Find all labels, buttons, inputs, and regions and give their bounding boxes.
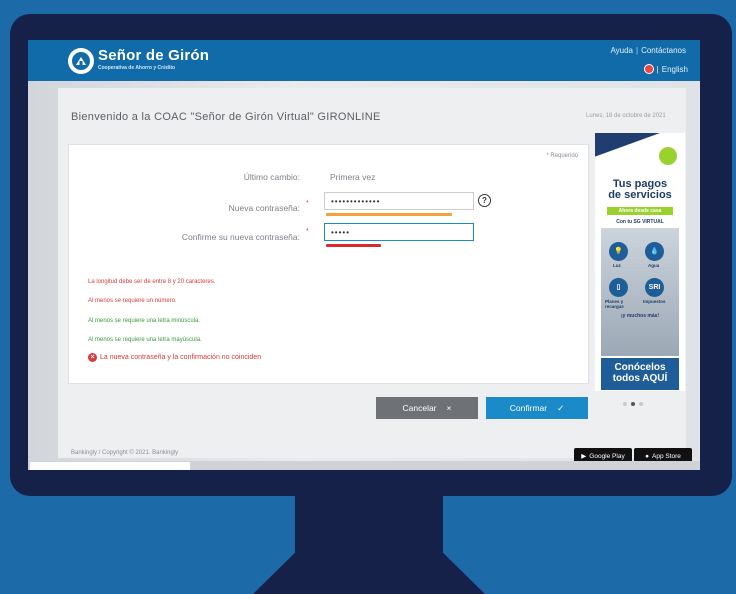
language-label[interactable]: English <box>662 65 688 74</box>
promo-more-text: ¡y muchos más! <box>621 313 660 319</box>
site-header: Señor de Girón Cooperativa de Ahorro y C… <box>28 40 700 81</box>
help-link[interactable]: Ayuda <box>610 46 633 55</box>
promo-icon-label: Agua <box>648 263 660 268</box>
flag-icon <box>643 64 654 74</box>
water-drop-icon: 💧 <box>645 242 664 261</box>
current-date: Lunes, 18 de octubre de 2021 <box>586 113 666 119</box>
mismatch-error: × La nueva contraseña y la confirmación … <box>88 353 261 362</box>
confirm-button-label: Confirmar <box>509 403 548 413</box>
lang-divider: | <box>656 64 659 74</box>
help-icon[interactable]: ? <box>478 194 491 207</box>
logo-name[interactable]: Señor de Girón <box>98 47 209 64</box>
app-store-label: App Store <box>652 452 681 460</box>
confirm-password-input[interactable]: ••••• <box>324 223 474 241</box>
rule-lowercase: Al menos se requiere una letra minúscula… <box>88 318 201 324</box>
last-change-label: Último cambio: <box>243 172 300 182</box>
rule-length: La longitud debe ser de entre 8 y 20 car… <box>88 279 216 285</box>
google-play-label: Google Play <box>589 452 625 460</box>
promo-icon-label: Impuestos <box>643 299 666 304</box>
carousel-dots <box>623 402 643 406</box>
required-asterisk: * <box>306 200 309 207</box>
rule-number: Al menos se requiere un número. <box>88 298 177 304</box>
confirm-password-strength-bar <box>326 244 381 247</box>
top-links: Ayuda | Contáctanos <box>610 46 686 55</box>
footer-copyright: Bankingly / Copyright © 2021. Bankingly <box>71 450 179 456</box>
contact-link[interactable]: Contáctanos <box>641 46 686 55</box>
last-change-value: Primera vez <box>330 172 376 182</box>
apple-icon: ● <box>645 452 649 460</box>
promo-green-banner: Ahora desde casa <box>607 207 673 215</box>
new-password-input[interactable]: ••••••••••••• <box>324 192 474 210</box>
phone-icon: ▯ <box>609 278 628 297</box>
logo-icon[interactable] <box>68 48 94 74</box>
cancel-button-label: Cancelar <box>402 403 437 413</box>
link-divider: | <box>636 46 639 55</box>
monitor-stand-neck <box>295 496 443 554</box>
taskbar-search[interactable] <box>30 462 190 470</box>
error-icon: × <box>88 353 97 362</box>
required-note: * Requerido <box>546 153 578 159</box>
promo-photo: 💡 Luz 💧 Agua ▯ Planes y recargas SRI Imp… <box>601 228 679 356</box>
confirm-password-label: Confirme su nueva contraseña: <box>181 232 300 242</box>
carousel-dot-3[interactable] <box>639 402 643 406</box>
monitor-stand-base <box>253 553 485 594</box>
promo-icon-label: Planes y recargas <box>605 299 624 309</box>
language-switch[interactable]: | English <box>643 64 688 74</box>
sri-icon: SRI <box>645 278 664 297</box>
logo-subtitle: Cooperativa de Ahorro y Crédito <box>98 65 176 71</box>
change-password-form: * Requerido <box>68 144 589 384</box>
confirm-button[interactable]: Confirmar ✓ <box>486 397 588 419</box>
monitor-screen: Señor de Girón Cooperativa de Ahorro y C… <box>28 40 700 470</box>
promo-icon-label: Luz <box>613 263 621 268</box>
required-asterisk: * <box>306 228 309 235</box>
promo-cta-line1: Conócelos <box>614 362 666 373</box>
carousel-dot-1[interactable] <box>623 402 627 406</box>
promo-title: Tus pagos de servicios <box>595 179 685 201</box>
check-icon: ✓ <box>557 402 565 413</box>
carousel-dot-2[interactable] <box>631 402 635 406</box>
promo-subtitle: Con tu SG VIRTUAL <box>616 219 664 225</box>
new-password-label: Nueva contraseña: <box>228 203 300 213</box>
cancel-button[interactable]: Cancelar × <box>376 397 478 419</box>
promo-cta-line2: todos AQUÍ <box>612 373 668 384</box>
rule-uppercase: Al menos se requiere una letra mayúscula… <box>88 337 202 343</box>
promo-cta[interactable]: Conócelos todos AQUÍ <box>601 358 679 390</box>
bulb-icon: 💡 <box>609 242 628 261</box>
promo-banner[interactable]: Tus pagos de servicios Ahora desde casa … <box>595 133 685 391</box>
play-icon: ▶ <box>581 453 587 460</box>
close-icon: × <box>446 403 452 413</box>
promo-title-line2: de servicios <box>608 189 672 201</box>
welcome-title: Bienvenido a la COAC "Señor de Girón Vir… <box>71 111 381 123</box>
new-password-strength-bar <box>326 213 452 216</box>
mismatch-error-text: La nueva contraseña y la confirmación no… <box>100 354 262 361</box>
brand-logo-icon <box>659 147 677 165</box>
